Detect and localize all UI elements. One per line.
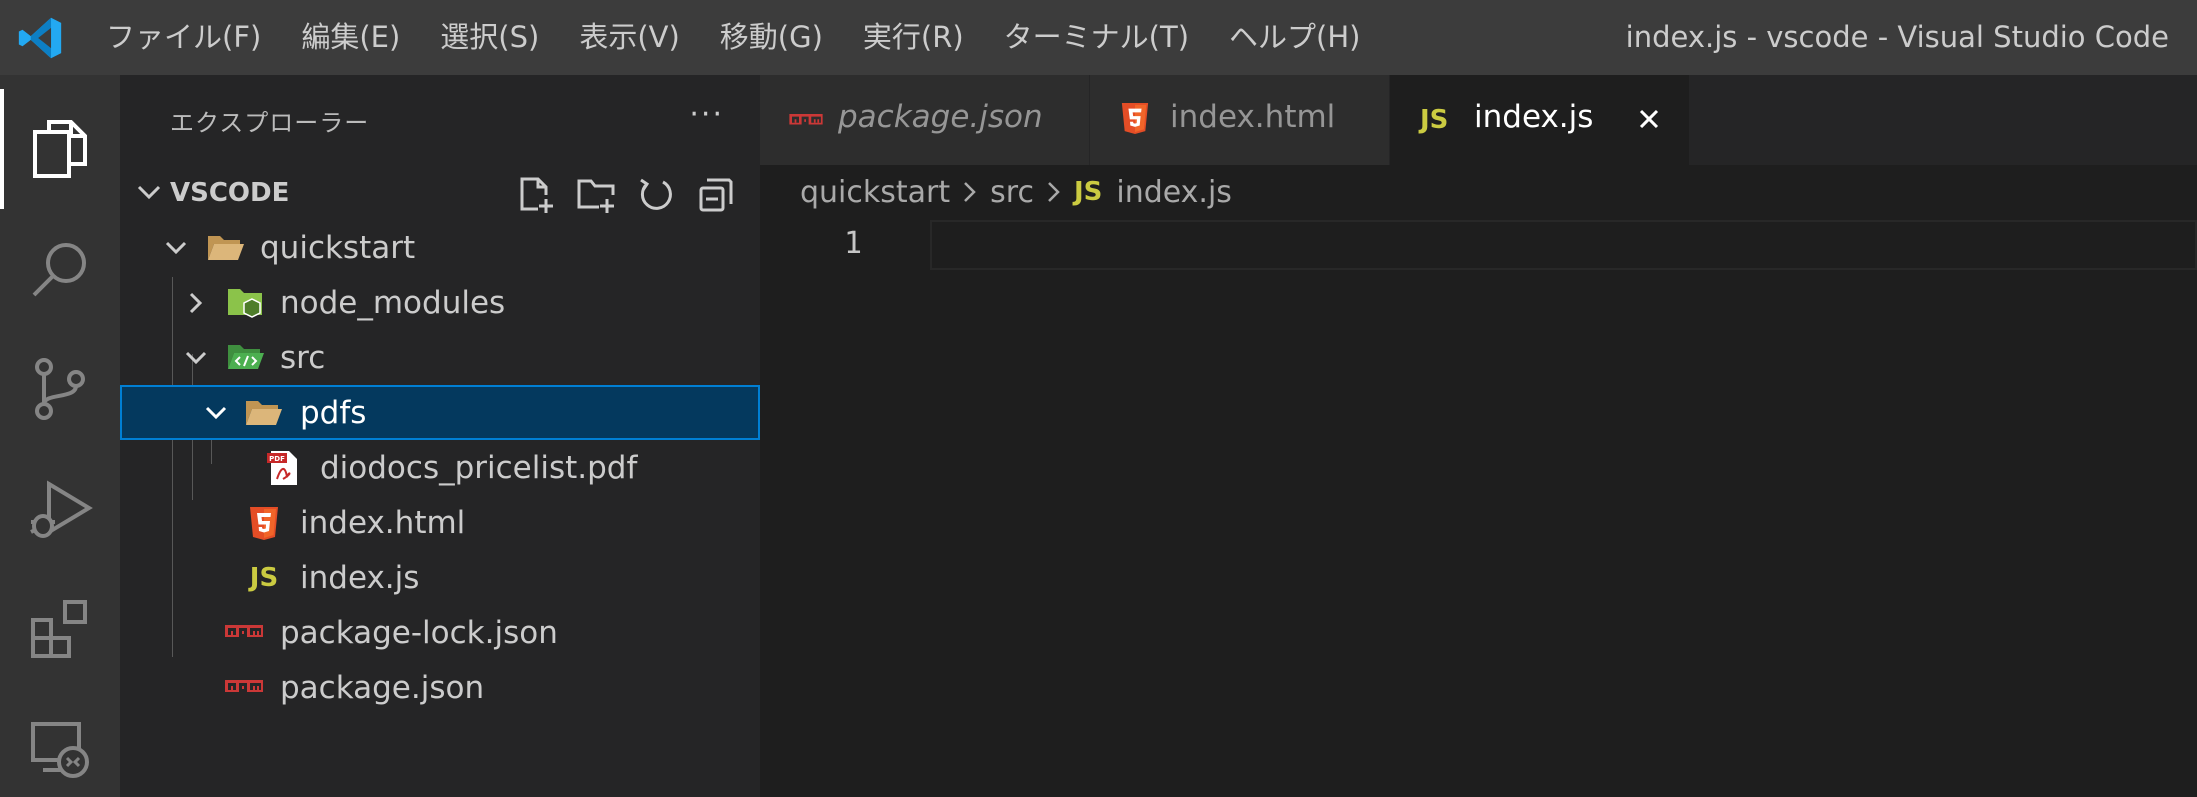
menu-file[interactable]: ファイル(F) <box>80 0 281 75</box>
editor-tabs: package.json index.html JS index.js <box>760 75 2197 165</box>
html5-icon <box>244 503 284 543</box>
tree-item-label: package.json <box>280 669 485 706</box>
tab-index-js[interactable]: JS index.js <box>1390 75 1690 165</box>
tab-label: index.js <box>1474 99 1594 135</box>
new-file-icon[interactable] <box>506 173 566 217</box>
workspace-title: VSCODE <box>170 178 290 208</box>
npm-icon <box>224 668 264 708</box>
chevron-down-icon <box>134 177 164 211</box>
section-actions <box>506 173 746 217</box>
menu-terminal[interactable]: ターミナル(T) <box>984 0 1209 75</box>
explorer-sidebar: エクスプローラー ··· VSCODE quickstart node_modu… <box>120 75 760 797</box>
search-button[interactable] <box>0 209 120 329</box>
tree-item-pdfs[interactable]: pdfs <box>120 385 760 440</box>
workspace-section-header[interactable]: VSCODE <box>120 165 760 221</box>
remote-explorer-icon <box>31 722 89 778</box>
refresh-icon[interactable] <box>626 173 686 217</box>
tab-label: index.html <box>1170 99 1336 135</box>
extensions-icon <box>31 600 87 658</box>
explorer-button[interactable] <box>0 89 120 209</box>
tree-item-package-lock[interactable]: package-lock.json <box>120 605 760 660</box>
title-bar: ファイル(F) 編集(E) 選択(S) 表示(V) 移動(G) 実行(R) ター… <box>0 0 2197 75</box>
tree-item-index-html[interactable]: index.html <box>120 495 760 550</box>
new-folder-icon[interactable] <box>566 173 626 217</box>
remote-explorer-button[interactable] <box>0 689 120 797</box>
current-line-highlight[interactable] <box>930 220 2197 270</box>
more-actions-icon[interactable]: ··· <box>689 97 724 132</box>
collapse-all-icon[interactable] <box>686 173 746 217</box>
source-control-icon <box>35 358 85 420</box>
npm-icon <box>788 113 824 132</box>
tree-item-package-json[interactable]: package.json <box>120 660 760 715</box>
chevron-right-icon <box>182 289 210 317</box>
tree-item-label: src <box>280 339 326 376</box>
run-debug-icon <box>30 480 93 538</box>
source-control-button[interactable] <box>0 329 120 449</box>
chevron-down-icon <box>202 399 230 427</box>
menu-selection[interactable]: 選択(S) <box>420 0 559 75</box>
breadcrumb-item-src[interactable]: src <box>990 175 1034 210</box>
window-title: index.js - vscode - Visual Studio Code <box>1625 20 2169 54</box>
extensions-button[interactable] <box>0 569 120 689</box>
chevron-right-icon <box>960 179 980 205</box>
tree-item-label: diodocs_pricelist.pdf <box>320 449 638 486</box>
breadcrumb-item-index-js[interactable]: index.js <box>1116 175 1232 210</box>
files-icon <box>33 120 87 178</box>
pdf-file-icon: PDF <box>264 448 304 488</box>
breadcrumb-item-quickstart[interactable]: quickstart <box>800 175 950 210</box>
tree-item-label: index.html <box>300 504 466 541</box>
tree-item-node-modules[interactable]: node_modules <box>120 275 760 330</box>
vscode-logo-icon[interactable] <box>0 0 80 75</box>
menu-help[interactable]: ヘルプ(H) <box>1209 0 1380 75</box>
js-icon: JS <box>1073 177 1103 207</box>
tree-item-pdf-file[interactable]: PDF diodocs_pricelist.pdf <box>120 440 760 495</box>
js-icon: JS <box>1420 105 1449 135</box>
svg-text:PDF: PDF <box>269 455 285 463</box>
tree-item-label: package-lock.json <box>280 614 558 651</box>
tree-item-label: index.js <box>300 559 420 596</box>
src-folder-icon <box>226 338 266 378</box>
tree-item-index-js[interactable]: JS index.js <box>120 550 760 605</box>
menu-go[interactable]: 移動(G) <box>700 0 843 75</box>
activity-bar <box>0 75 120 797</box>
sidebar-title: エクスプローラー <box>170 109 370 137</box>
menu-bar: ファイル(F) 編集(E) 選択(S) 表示(V) 移動(G) 実行(R) ター… <box>80 0 1380 75</box>
tree-item-label: pdfs <box>300 394 367 431</box>
menu-edit[interactable]: 編集(E) <box>281 0 420 75</box>
chevron-right-icon <box>1044 179 1064 205</box>
breadcrumb: quickstart src JS index.js <box>800 170 1232 214</box>
html5-icon <box>1120 101 1150 139</box>
tree-item-label: quickstart <box>260 229 416 266</box>
tab-index-html[interactable]: index.html <box>1090 75 1390 165</box>
tab-package-json[interactable]: package.json <box>760 75 1090 165</box>
tree-item-label: node_modules <box>280 284 506 321</box>
tab-label: package.json <box>838 99 1043 135</box>
search-icon <box>32 243 86 297</box>
chevron-down-icon <box>182 344 210 372</box>
tree-item-src[interactable]: src <box>120 330 760 385</box>
line-number: 1 <box>844 226 863 261</box>
node-folder-icon <box>226 283 266 323</box>
folder-open-icon <box>244 393 284 433</box>
npm-icon <box>224 613 264 653</box>
code-editor[interactable]: 1 <box>760 214 2197 797</box>
sidebar-header: エクスプローラー ··· <box>120 75 760 165</box>
tree-item-quickstart[interactable]: quickstart <box>120 220 760 275</box>
folder-open-icon <box>206 228 246 268</box>
menu-view[interactable]: 表示(V) <box>559 0 699 75</box>
menu-run[interactable]: 実行(R) <box>843 0 984 75</box>
chevron-down-icon <box>162 234 190 262</box>
close-icon[interactable] <box>1631 101 1667 137</box>
run-debug-button[interactable] <box>0 449 120 569</box>
js-icon: JS <box>249 562 279 593</box>
